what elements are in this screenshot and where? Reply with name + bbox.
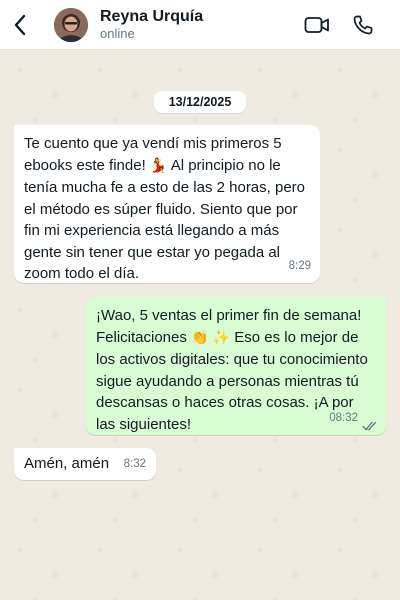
chevron-left-icon[interactable] [10, 13, 30, 37]
video-camera-icon[interactable] [304, 15, 330, 35]
message-bubble-outgoing[interactable]: ¡Wao, 5 ventas el primer fin de semana! … [86, 297, 386, 435]
sparkles-emoji: ✨ [212, 329, 231, 346]
header-actions [304, 14, 374, 36]
clapping-emoji: 👏 [191, 329, 209, 346]
phone-icon[interactable] [352, 14, 374, 36]
date-separator: 13/12/2025 [154, 91, 246, 113]
message-time: 8:29 [288, 259, 311, 272]
contact-name: Reyna Urquía [100, 8, 204, 25]
message-text: Te cuento que ya vendí mis primeros 5 eb… [24, 133, 310, 285]
message-time: 08:32 [329, 411, 358, 424]
contact-status: online [100, 26, 135, 41]
chat-area[interactable]: 13/12/2025 Te cuento que ya vendí mis pr… [0, 50, 400, 600]
message-time: 8:32 [123, 457, 146, 470]
avatar[interactable] [54, 7, 88, 42]
contact-info[interactable]: Reyna Urquía online [100, 7, 203, 42]
message-text-part: Al principio no le tenía mucha fe a esto… [24, 156, 306, 283]
chat-header: Reyna Urquía online [0, 0, 400, 50]
message-bubble-incoming[interactable]: Amén, amén 8:32 [14, 448, 156, 480]
double-check-icon [362, 417, 378, 431]
message-bubble-incoming[interactable]: Te cuento que ya vendí mis primeros 5 eb… [14, 125, 320, 283]
dancer-emoji: 💃 [149, 157, 168, 174]
